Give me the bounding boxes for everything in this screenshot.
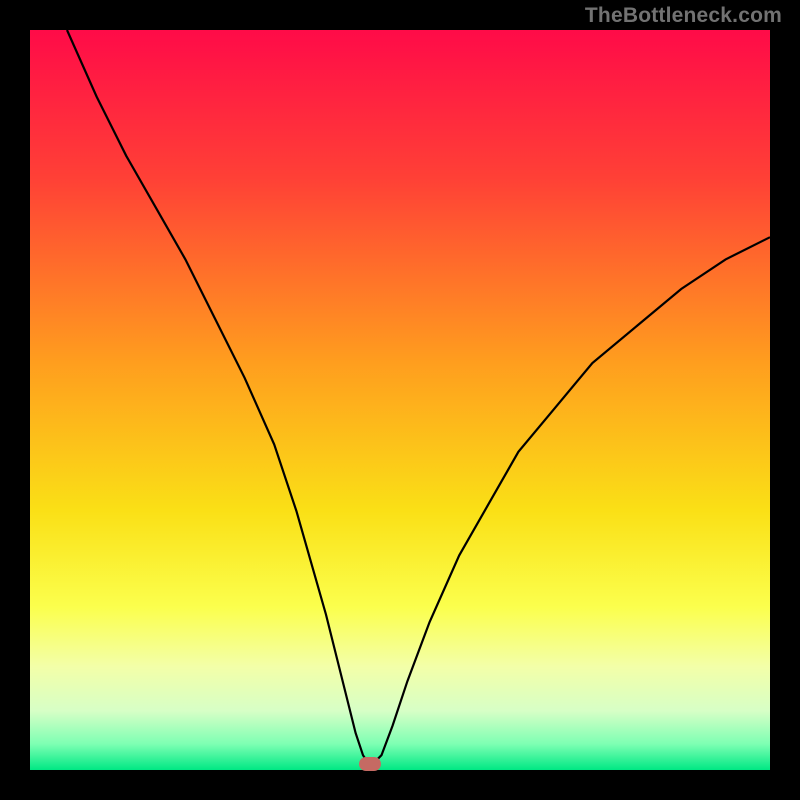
gradient-background [30, 30, 770, 770]
chart-frame: TheBottleneck.com [0, 0, 800, 800]
optimal-point-marker [359, 757, 381, 771]
watermark-text: TheBottleneck.com [585, 4, 782, 28]
bottleneck-chart [30, 30, 770, 770]
